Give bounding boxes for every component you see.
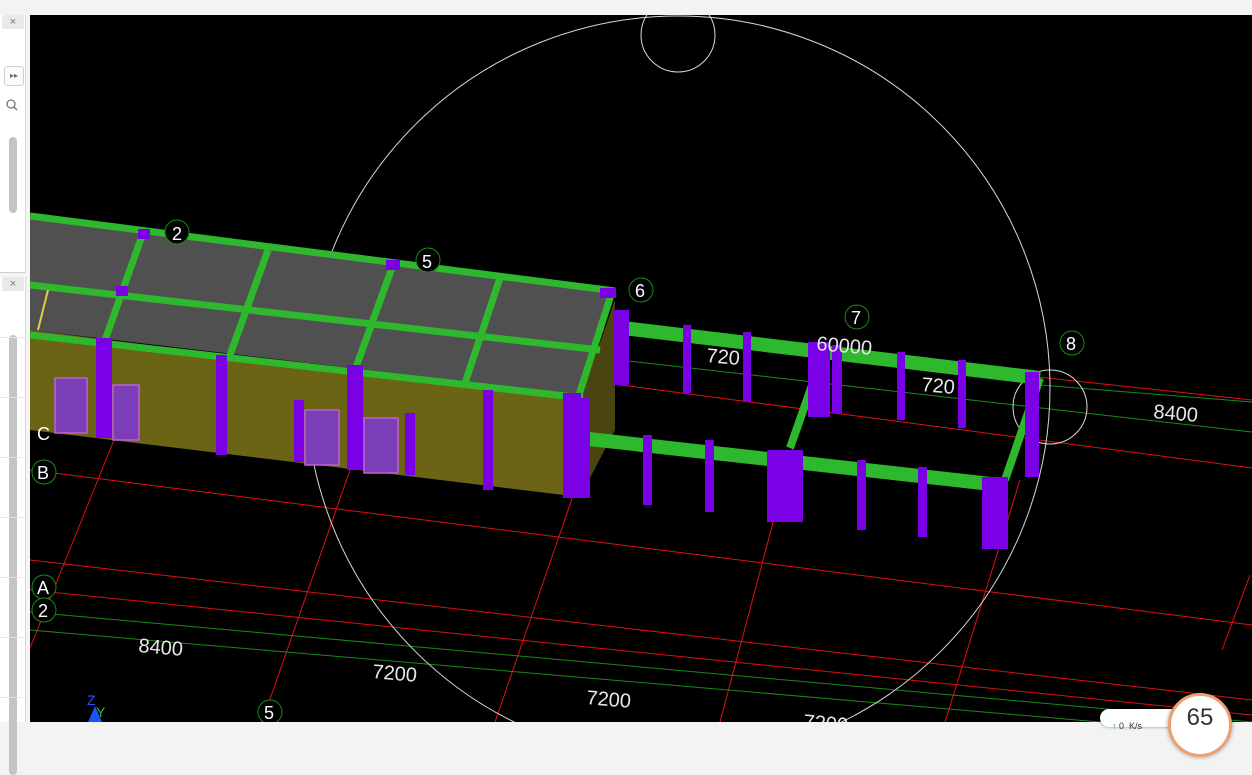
divider (0, 697, 25, 698)
close-icon[interactable]: × (2, 277, 24, 291)
dimension-label: 8400 (1153, 401, 1199, 427)
fps-value: 65 (1186, 704, 1214, 731)
dimension-label: 7200 (803, 711, 849, 722)
grid-bubble-5-bottom: 5 (257, 699, 283, 722)
left-panel: × ▸▸ × (0, 15, 30, 775)
svg-text:6: 6 (635, 281, 645, 301)
svg-text:C: C (37, 424, 50, 444)
title-bar (0, 0, 1252, 15)
dimension-label: 7200 (586, 687, 632, 713)
grid-bubble-C: C (37, 424, 50, 444)
dimension-label: 7200 (372, 661, 418, 687)
grid-bubble-B: B (31, 459, 57, 485)
divider (0, 397, 25, 398)
close-icon[interactable]: × (2, 15, 24, 29)
ucs-icon: Z Y (87, 692, 106, 722)
dimension-label: 720 (706, 345, 741, 370)
network-speed-widget: ↑ 0 K/s 65 (1096, 693, 1252, 757)
svg-text:7: 7 (851, 308, 861, 328)
grid-bubble-5-top: 5 (415, 247, 441, 273)
fps-badge[interactable]: 65 (1168, 693, 1232, 757)
browser-pane: × (0, 277, 26, 775)
upload-arrow-icon: ↑ (1112, 721, 1117, 731)
divider (0, 457, 25, 458)
grid-bubble-2-top: 2 (164, 219, 190, 245)
divider (0, 577, 25, 578)
model-view[interactable]: 2 5 6 7 8 B A 2 C 5 8400 7200 7200 8400 … (30, 15, 1252, 722)
grid-bubble-2-left: 2 (31, 597, 57, 623)
svg-text:5: 5 (264, 703, 274, 722)
divider (0, 337, 25, 338)
scrollbar[interactable] (9, 335, 17, 775)
grid-bubble-8: 8 (1059, 330, 1085, 356)
svg-text:2: 2 (38, 601, 48, 621)
svg-text:A: A (37, 578, 49, 598)
search-icon[interactable] (3, 97, 21, 113)
dimension-label: 8400 (138, 635, 184, 661)
expand-icon[interactable]: ▸▸ (4, 66, 24, 86)
grid-bubble-7: 7 (844, 304, 870, 330)
svg-text:8: 8 (1066, 334, 1076, 354)
properties-pane: × ▸▸ (0, 15, 26, 273)
svg-text:Y: Y (96, 704, 106, 720)
scrollbar[interactable] (9, 137, 17, 213)
svg-text:5: 5 (422, 252, 432, 272)
upload-value: 0 (1119, 721, 1125, 731)
divider (0, 517, 25, 518)
grid-bubble-A: A (31, 574, 57, 600)
svg-text:B: B (37, 463, 49, 483)
3d-viewport[interactable]: 2 5 6 7 8 B A 2 C 5 8400 7200 7200 8400 … (30, 15, 1252, 722)
dimension-label: 720 (921, 374, 956, 399)
speed-unit: K/s (1129, 721, 1143, 731)
svg-text:2: 2 (172, 224, 182, 244)
grid-bubble-6: 6 (628, 277, 654, 303)
divider (0, 637, 25, 638)
svg-text:Z: Z (87, 692, 96, 708)
